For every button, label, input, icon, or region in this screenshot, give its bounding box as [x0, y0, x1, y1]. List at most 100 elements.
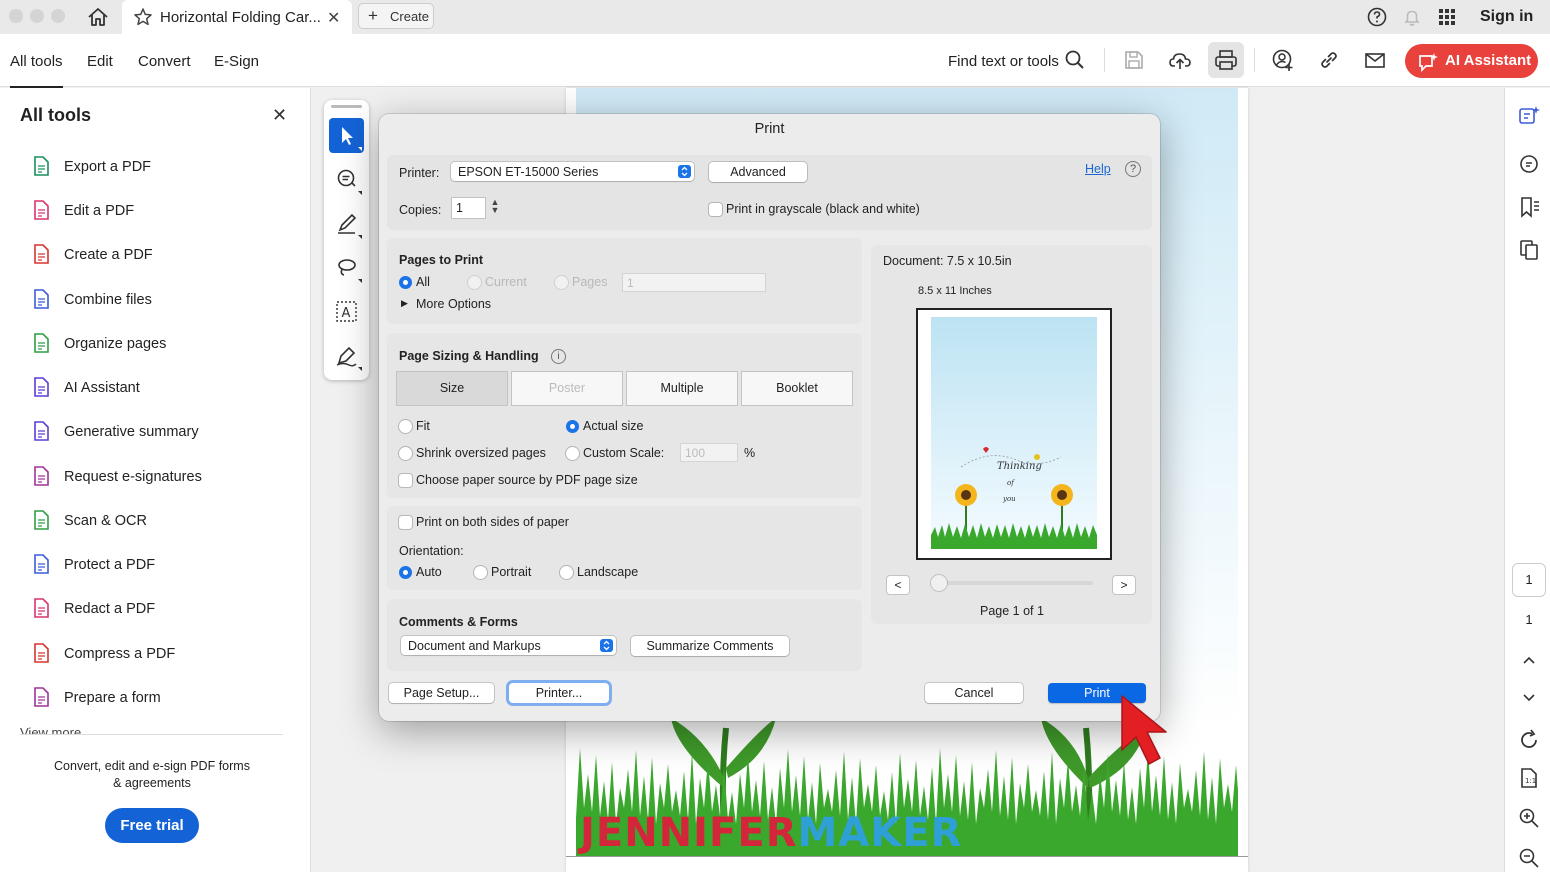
advanced-button[interactable]: Advanced: [709, 162, 807, 182]
chevron-down-icon[interactable]: [1517, 685, 1541, 709]
cloud-upload-icon[interactable]: [1167, 47, 1193, 73]
tool-item[interactable]: AI Assistant: [0, 370, 300, 406]
tool-item[interactable]: Protect a PDF: [0, 547, 300, 583]
size-tab[interactable]: Size: [397, 372, 507, 405]
disclosure-triangle-icon[interactable]: ▶: [401, 298, 408, 309]
menu-edit[interactable]: Edit: [87, 53, 113, 70]
info-icon[interactable]: i: [551, 349, 566, 364]
comment-tool-button[interactable]: [329, 162, 364, 197]
fit-radio[interactable]: [399, 420, 412, 433]
preview-prev-button[interactable]: <: [887, 576, 909, 594]
printer-select[interactable]: EPSON ET-15000 Series: [451, 162, 694, 181]
orientation-portrait-radio[interactable]: [474, 566, 487, 579]
create-tab-button[interactable]: + Create: [358, 3, 434, 29]
cancel-button[interactable]: Cancel: [925, 683, 1023, 703]
shrink-radio[interactable]: [399, 447, 412, 460]
ai-assistant-button[interactable]: AI Assistant: [1405, 44, 1538, 78]
preview-next-button[interactable]: >: [1113, 576, 1135, 594]
help-link[interactable]: Help: [1085, 162, 1111, 176]
actual-size-radio[interactable]: [566, 420, 579, 433]
tool-item[interactable]: Request e-signatures: [0, 459, 300, 495]
booklet-tab[interactable]: Booklet: [742, 372, 852, 405]
more-options-toggle[interactable]: More Options: [416, 297, 491, 311]
rotate-icon[interactable]: [1517, 728, 1541, 752]
window-minimize-dot[interactable]: [30, 9, 44, 23]
both-sides-checkbox[interactable]: [399, 516, 412, 529]
multiple-tab[interactable]: Multiple: [627, 372, 737, 405]
pages-range-radio[interactable]: [555, 276, 568, 289]
apps-grid-icon[interactable]: [1435, 5, 1459, 29]
help-circle-icon[interactable]: [1365, 5, 1389, 29]
tool-item[interactable]: Edit a PDF: [0, 193, 300, 229]
menu-all-tools[interactable]: All tools: [10, 53, 63, 88]
tool-item[interactable]: Compress a PDF: [0, 636, 300, 672]
page-setup-button[interactable]: Page Setup...: [389, 683, 494, 703]
window-close-dot[interactable]: [9, 9, 23, 23]
draw-tool-button[interactable]: [329, 250, 364, 285]
orientation-landscape-label: Landscape: [577, 565, 639, 579]
tool-item-label: Combine files: [64, 292, 152, 308]
pages-current-radio[interactable]: [468, 276, 481, 289]
tool-item[interactable]: Create a PDF: [0, 237, 300, 273]
orientation-landscape-radio[interactable]: [560, 566, 573, 579]
highlight-tool-button[interactable]: [329, 206, 364, 241]
comments-select[interactable]: Document and Markups: [401, 636, 616, 655]
find-text-or-tools[interactable]: Find text or tools: [948, 53, 1059, 70]
tool-item[interactable]: Scan & OCR: [0, 503, 300, 539]
tool-item[interactable]: Generative summary: [0, 414, 300, 450]
all-tools-panel: All tools ✕ Export a PDF Edit a PDF Create…: [0, 88, 311, 872]
text-tool-button[interactable]: A: [329, 294, 364, 329]
printer-select-value: EPSON ET-15000 Series: [458, 165, 599, 179]
home-icon[interactable]: [84, 4, 112, 30]
copies-stepper-icon[interactable]: ▲ ▼: [489, 198, 501, 218]
menu-esign[interactable]: E-Sign: [214, 53, 259, 70]
link-icon[interactable]: [1316, 47, 1342, 73]
pages-all-radio[interactable]: [399, 276, 412, 289]
tool-item[interactable]: Export a PDF: [0, 149, 300, 185]
zoom-out-icon[interactable]: [1517, 846, 1541, 870]
document-tab[interactable]: Horizontal Folding Car... ✕: [122, 0, 352, 34]
fit-page-icon[interactable]: 1:1: [1517, 766, 1541, 790]
pages-range-input[interactable]: 1: [623, 274, 765, 291]
sign-in-link[interactable]: Sign in: [1480, 8, 1533, 26]
comments-icon[interactable]: [1517, 152, 1541, 176]
bookmark-icon[interactable]: [1517, 195, 1541, 219]
pages-icon[interactable]: [1517, 238, 1541, 262]
menu-convert[interactable]: Convert: [138, 53, 191, 70]
search-icon[interactable]: [1062, 47, 1088, 73]
grayscale-checkbox[interactable]: [709, 203, 722, 216]
share-user-icon[interactable]: [1270, 47, 1296, 73]
free-trial-button[interactable]: Free trial: [105, 808, 199, 843]
star-icon[interactable]: [132, 6, 154, 28]
help-question-icon[interactable]: ?: [1125, 161, 1141, 177]
save-icon[interactable]: [1121, 47, 1147, 73]
bell-icon[interactable]: [1400, 5, 1424, 29]
sign-tool-button[interactable]: [329, 338, 364, 373]
copies-input[interactable]: 1: [452, 198, 485, 218]
preview-slider-knob[interactable]: [931, 575, 947, 591]
zoom-in-icon[interactable]: [1517, 806, 1541, 830]
window-zoom-dot[interactable]: [51, 9, 65, 23]
preview-slider-track[interactable]: [931, 581, 1093, 585]
custom-scale-input[interactable]: 100: [681, 444, 737, 461]
printer-icon[interactable]: [1213, 47, 1239, 73]
page-number-input[interactable]: 1: [1512, 563, 1546, 597]
drag-handle[interactable]: [331, 105, 362, 108]
tool-item[interactable]: Combine files: [0, 282, 300, 318]
tool-item[interactable]: Prepare a form: [0, 680, 300, 716]
poster-tab[interactable]: Poster: [512, 372, 622, 405]
custom-scale-radio[interactable]: [566, 447, 579, 460]
summarize-comments-button[interactable]: Summarize Comments: [631, 636, 789, 656]
close-tab-icon[interactable]: ✕: [327, 8, 340, 28]
tool-item[interactable]: Redact a PDF: [0, 591, 300, 627]
printer-button[interactable]: Printer...: [509, 683, 609, 703]
ai-edit-icon[interactable]: [1517, 104, 1541, 128]
fit-label: Fit: [416, 419, 430, 433]
mail-icon[interactable]: [1362, 47, 1388, 73]
orientation-auto-radio[interactable]: [399, 566, 412, 579]
tool-item[interactable]: Organize pages: [0, 326, 300, 362]
chevron-up-icon[interactable]: [1517, 648, 1541, 672]
select-tool-button[interactable]: [329, 118, 364, 153]
paper-source-checkbox[interactable]: [399, 474, 412, 487]
close-panel-icon[interactable]: ✕: [272, 105, 287, 126]
